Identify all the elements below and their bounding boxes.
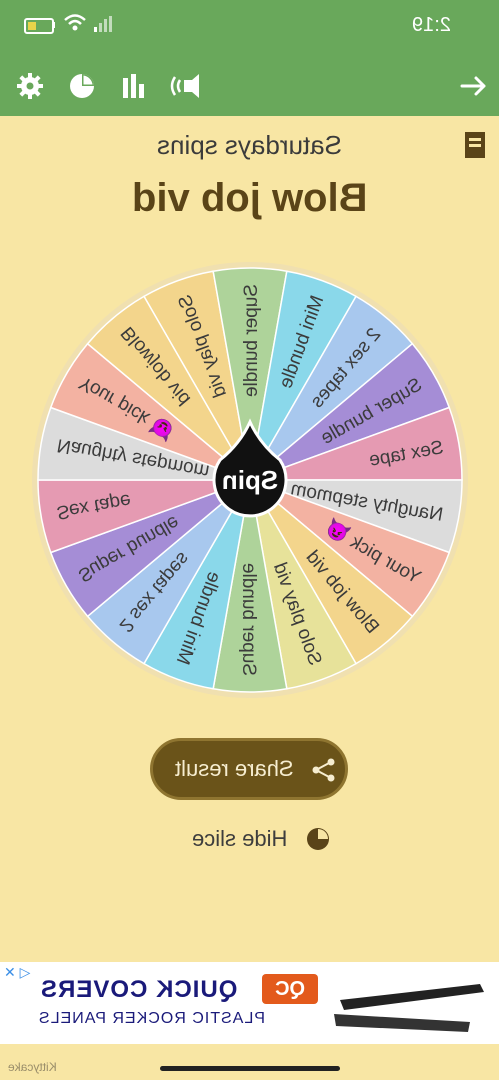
result-title: Blow job vid [131, 176, 368, 220]
ad-subline: PLASTIC ROCKER PANELS [38, 1010, 265, 1027]
toolbar [0, 56, 499, 116]
home-indicator [160, 1066, 340, 1071]
hide-slice-button[interactable]: Hide slice [180, 822, 330, 856]
pie-chart-icon[interactable] [66, 70, 98, 102]
sound-icon[interactable] [170, 70, 202, 102]
bookmark-icon[interactable] [465, 132, 485, 158]
wifi-icon [64, 14, 86, 31]
battery-icon [24, 18, 54, 34]
share-icon [312, 758, 335, 782]
ad-product-image [334, 984, 484, 1032]
wheel-slice-label: Super bundle [238, 563, 259, 676]
status-time: 2:19 [412, 14, 451, 36]
ad-headline: QUICK COVERS [40, 976, 238, 1003]
ad-logo: QC [262, 974, 318, 1004]
arrow-right-icon[interactable] [458, 70, 490, 102]
wheel-slice-label: Super bundle [241, 284, 262, 397]
pie-slice-icon [307, 828, 329, 850]
wheel-subtitle: Saturdays spins [157, 130, 342, 160]
spin-wheel[interactable]: Solo play vid Super bundle Mini bundle 2 se… [28, 258, 472, 702]
spin-label[interactable]: Spin [222, 465, 278, 495]
ad-close-icon[interactable]: ✕ ▷ [4, 964, 30, 981]
watermark: Kittycake [8, 1060, 57, 1074]
cellular-signal-icon [94, 16, 112, 32]
battery-tip [52, 22, 55, 28]
ad-banner[interactable]: ✕ ▷ QUICK COVERS PLASTIC ROCKER PANELS Q… [0, 962, 499, 1044]
wheel-svg: Solo play vid Super bundle Mini bundle2 se… [32, 262, 468, 698]
share-result-button[interactable]: Share result [150, 738, 348, 800]
status-bar: 2:19 [0, 0, 499, 56]
gear-icon[interactable] [14, 70, 46, 102]
bar-chart-icon[interactable] [118, 70, 150, 102]
